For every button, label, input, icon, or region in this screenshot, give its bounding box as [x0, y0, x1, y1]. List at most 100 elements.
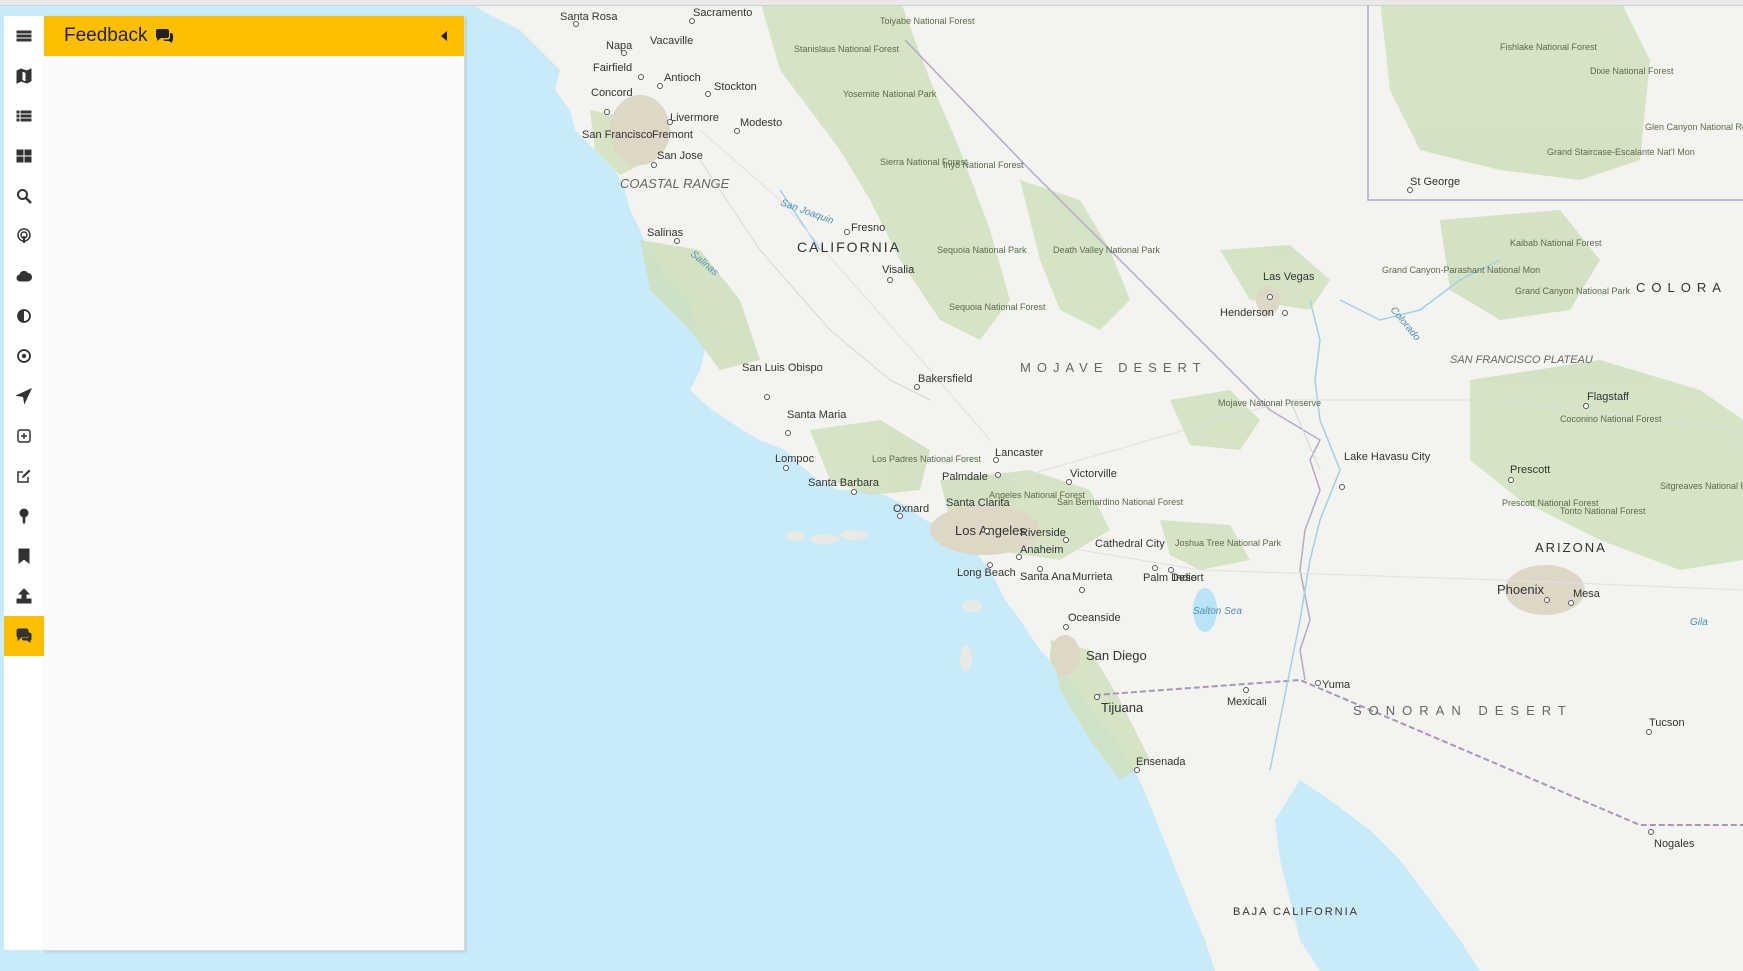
- water-label: Salton Sea: [1193, 606, 1242, 617]
- search-icon: [17, 189, 32, 204]
- city-label: Bakersfield: [918, 373, 972, 385]
- park-label: Grand Staircase-Escalante Nat'l Mon: [1547, 147, 1695, 157]
- city-label: Santa Maria: [787, 409, 847, 421]
- park-label: Yosemite National Park: [843, 89, 937, 99]
- contrast-icon: [17, 309, 31, 323]
- plus-square-icon: [17, 429, 31, 443]
- city-label: Yuma: [1322, 679, 1351, 691]
- city-label: Ensenada: [1136, 756, 1186, 768]
- region-label-california: CALIFORNIA: [797, 239, 901, 255]
- park-label: Los Padres National Forest: [872, 454, 982, 464]
- bookmark-icon: [18, 548, 30, 564]
- city-label: St George: [1410, 176, 1460, 188]
- tool-search[interactable]: [4, 176, 44, 216]
- tool-contrast[interactable]: [4, 296, 44, 336]
- city-label: Nogales: [1654, 838, 1695, 850]
- tool-pin[interactable]: [4, 496, 44, 536]
- city-label: Victorville: [1070, 468, 1117, 480]
- tool-broadcast[interactable]: [4, 216, 44, 256]
- water-label: Gila: [1690, 617, 1708, 628]
- city-label: Palmdale: [942, 471, 988, 483]
- city-label: Fremont: [652, 129, 693, 141]
- park-label: Kaibab National Forest: [1510, 238, 1602, 248]
- city-label: Concord: [591, 87, 633, 99]
- park-label: Mojave National Preserve: [1218, 398, 1321, 408]
- island: [810, 534, 840, 544]
- city-label: Henderson: [1220, 307, 1274, 319]
- tool-upload[interactable]: [4, 576, 44, 616]
- city-label: Oceanside: [1068, 612, 1121, 624]
- region-label-sf-plateau: SAN FRANCISCO PLATEAU: [1450, 354, 1593, 366]
- city-label: Livermore: [670, 112, 719, 124]
- city-label: Napa: [606, 40, 633, 52]
- tool-feedback[interactable]: [4, 616, 44, 656]
- city-label: Tijuana: [1101, 700, 1144, 715]
- tool-locate[interactable]: [4, 376, 44, 416]
- park-label: Sequoia National Forest: [949, 302, 1046, 312]
- city-label: San Jose: [657, 150, 703, 162]
- tool-menu[interactable]: [4, 16, 44, 56]
- park-label: Grand Canyon-Parashant National Mon: [1382, 265, 1540, 275]
- city-label: Murrieta: [1072, 571, 1113, 583]
- park-label: Sitgreaves National Forest: [1660, 481, 1743, 491]
- target-icon: [17, 349, 31, 363]
- comments-icon: [16, 628, 32, 643]
- city-label: Mexicali: [1227, 696, 1267, 708]
- city-label: Santa Barbara: [808, 477, 880, 489]
- park-label: Toiyabe National Forest: [880, 16, 975, 26]
- region-label-arizona: ARIZONA: [1535, 540, 1607, 555]
- park-label: Tonto National Forest: [1560, 506, 1646, 516]
- hamburger-menu-icon: [16, 30, 32, 42]
- cloud-icon: [16, 270, 32, 282]
- island: [785, 531, 805, 541]
- city-label: Fresno: [851, 222, 885, 234]
- park-label: Joshua Tree National Park: [1175, 538, 1282, 548]
- city-label: Fairfield: [593, 62, 632, 74]
- city-label: Antioch: [664, 72, 701, 84]
- city-label: San Diego: [1086, 648, 1147, 663]
- city-label: Cathedral City: [1095, 538, 1165, 550]
- caret-left-icon[interactable]: [436, 28, 452, 44]
- city-label: Mesa: [1573, 588, 1601, 600]
- map-icon: [16, 68, 32, 84]
- city-label: Modesto: [740, 117, 782, 129]
- island: [840, 530, 868, 540]
- grid-icon: [16, 149, 32, 163]
- tool-add[interactable]: [4, 416, 44, 456]
- region-label-mojave-desert: MOJAVE DESERT: [1020, 360, 1207, 375]
- tool-gallery[interactable]: [4, 136, 44, 176]
- tool-weather[interactable]: [4, 256, 44, 296]
- panel-header: Feedback: [44, 16, 464, 56]
- city-label: Riverside: [1020, 527, 1066, 539]
- park-label: Inyo National Forest: [943, 160, 1024, 170]
- park-label: Dixie National Forest: [1590, 66, 1674, 76]
- city-label: Prescott: [1510, 464, 1550, 476]
- park-label: Death Valley National Park: [1053, 245, 1160, 255]
- city-label: Los Angeles: [955, 523, 1026, 538]
- region-label-colorado: COLORA: [1636, 280, 1727, 295]
- city-label: Stockton: [714, 81, 757, 93]
- tool-edit[interactable]: [4, 456, 44, 496]
- city-label: Salinas: [647, 227, 684, 239]
- tool-bookmarks[interactable]: [4, 536, 44, 576]
- island: [960, 645, 972, 671]
- park-label: Coconino National Forest: [1560, 414, 1662, 424]
- region-label-sonoran-desert: SONORAN DESERT: [1353, 703, 1573, 718]
- park-label: San Bernardino National Forest: [1057, 497, 1184, 507]
- podcast-icon: [17, 228, 31, 243]
- city-label: Anaheim: [1020, 544, 1063, 556]
- park-label: Sequoia National Park: [937, 245, 1027, 255]
- park-label: Stanislaus National Forest: [794, 44, 900, 54]
- city-label: Lompoc: [775, 453, 815, 465]
- tool-layer-list[interactable]: [4, 96, 44, 136]
- region-label-coastal-range: COASTAL RANGE: [620, 176, 730, 191]
- island: [962, 600, 982, 612]
- comments-icon: [156, 29, 174, 43]
- list-icon: [16, 110, 32, 122]
- park-label: Grand Canyon National Park: [1515, 286, 1631, 296]
- park-label: Glen Canyon National Rec Area: [1645, 122, 1743, 132]
- tool-target[interactable]: [4, 336, 44, 376]
- city-label: Sacramento: [693, 7, 752, 19]
- upload-icon: [16, 588, 32, 604]
- tool-basemap[interactable]: [4, 56, 44, 96]
